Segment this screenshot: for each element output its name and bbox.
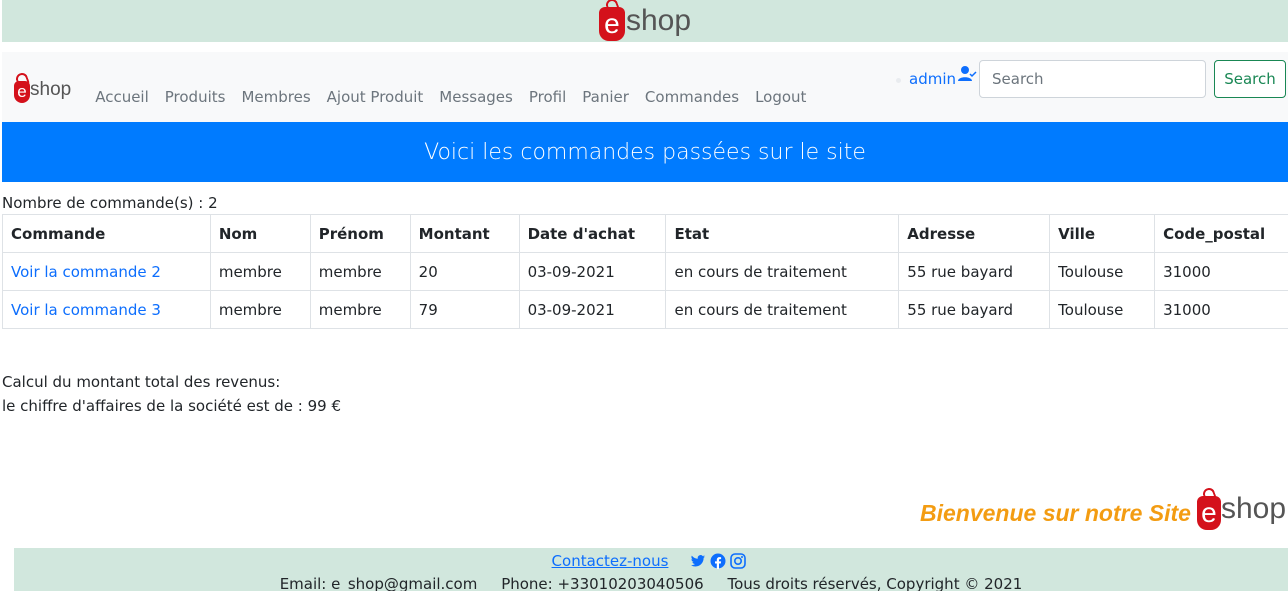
column-header: Code_postal [1154, 214, 1288, 253]
shopping-tag-icon: e [1196, 496, 1221, 530]
table-cell: membre [209, 290, 311, 329]
nav-panier[interactable]: Panier [574, 88, 637, 106]
revenue-label: Calcul du montant total des revenus: [2, 373, 281, 391]
nav-commandes[interactable]: Commandes [637, 88, 747, 106]
nav-messages[interactable]: Messages [431, 88, 521, 106]
contact-link[interactable]: Contactez-nous [552, 552, 669, 570]
table-cell: 20 [409, 252, 520, 291]
table-cell: Voir la commande 2 [2, 252, 211, 291]
table-cell: Toulouse [1049, 290, 1156, 329]
nav-links: Accueil Produits Membres Ajout Produit M… [87, 88, 814, 106]
navbar-brand[interactable]: e shop [14, 77, 71, 103]
column-header: Ville [1049, 214, 1156, 253]
navbar: e shop Accueil Produits Membres Ajout Pr… [2, 52, 1288, 122]
user-check-icon [958, 66, 977, 81]
nav-profil[interactable]: Profil [521, 88, 574, 106]
column-header: Etat [665, 214, 900, 253]
order-link[interactable]: Voir la commande 3 [11, 301, 161, 319]
table-cell: membre [209, 252, 311, 291]
logo-text: shop [30, 79, 72, 100]
footer-contact-row: Contactez-nous [14, 552, 1288, 570]
nav-accueil[interactable]: Accueil [87, 88, 157, 106]
table-cell: 03-09-2021 [518, 252, 667, 291]
column-header: Commande [2, 214, 211, 253]
facebook-icon[interactable] [710, 553, 726, 569]
table-cell: Toulouse [1049, 252, 1156, 291]
order-link[interactable]: Voir la commande 2 [11, 263, 161, 281]
social-icons [690, 553, 750, 569]
nav-ajout-produit[interactable]: Ajout Produit [319, 88, 432, 106]
column-header: Prénom [309, 214, 411, 253]
table-row: Voir la commande 2 membre membre 20 03-0… [2, 252, 1288, 291]
welcome-text: Bienvenue sur notre Site [920, 499, 1191, 526]
column-header: Adresse [898, 214, 1051, 253]
footer-info-row: Email: e_shop@gmail.com Phone: +33010203… [14, 575, 1288, 591]
table-cell: 03-09-2021 [518, 290, 667, 329]
welcome-block: Bienvenue sur notre Site e shop [920, 488, 1286, 530]
nav-produits[interactable]: Produits [157, 88, 234, 106]
logo-text: shop [625, 4, 692, 37]
footer-email: Email: e_shop@gmail.com [279, 575, 478, 591]
search-button[interactable]: Search [1214, 60, 1286, 98]
table-cell: en cours de traitement [665, 290, 900, 329]
shopping-tag-icon: e [14, 81, 30, 103]
nav-right: admin Search [896, 60, 1286, 98]
table-cell: Voir la commande 3 [2, 290, 211, 329]
table-cell: 31000 [1154, 290, 1288, 329]
nav-membres[interactable]: Membres [233, 88, 318, 106]
user-link[interactable]: admin [909, 70, 956, 88]
eshop-logo: e shop [1196, 488, 1287, 530]
twitter-icon[interactable] [690, 553, 706, 569]
table-cell: membre [309, 290, 411, 329]
orders-table: Commande Nom Prénom Montant Date d'achat… [2, 214, 1288, 329]
column-header: Date d'achat [518, 214, 667, 253]
table-cell: en cours de traitement [665, 252, 900, 291]
table-cell: 31000 [1154, 252, 1288, 291]
user-dot [896, 77, 901, 83]
table-cell: membre [309, 252, 411, 291]
eshop-logo: e shop [598, 1, 692, 41]
revenue-value: le chiffre d'affaires de la société est … [2, 397, 342, 415]
footer-phone: Phone: +33010203040506 [501, 575, 704, 591]
top-banner: e shop [2, 0, 1288, 42]
footer: Contactez-nous Email: e_shop@gmail.com P… [14, 548, 1288, 591]
nav-logout[interactable]: Logout [747, 88, 814, 106]
table-cell: 79 [409, 290, 520, 329]
column-header: Nom [209, 214, 311, 253]
column-header: Montant [409, 214, 520, 253]
logo-text: shop [1220, 492, 1287, 525]
instagram-icon[interactable] [730, 553, 747, 569]
shopping-tag-icon: e [598, 7, 625, 41]
table-row: Voir la commande 3 membre membre 79 03-0… [2, 290, 1288, 329]
search-input[interactable] [979, 60, 1206, 98]
table-cell: 55 rue bayard [898, 252, 1051, 291]
page-title: Voici les commandes passées sur le site [2, 122, 1288, 182]
footer-copyright: Tous droits réservés, Copyright © 2021 [727, 575, 1023, 591]
table-header-row: Commande Nom Prénom Montant Date d'achat… [2, 214, 1288, 253]
table-cell: 55 rue bayard [898, 290, 1051, 329]
order-count: Nombre de commande(s) : 2 [2, 194, 218, 212]
